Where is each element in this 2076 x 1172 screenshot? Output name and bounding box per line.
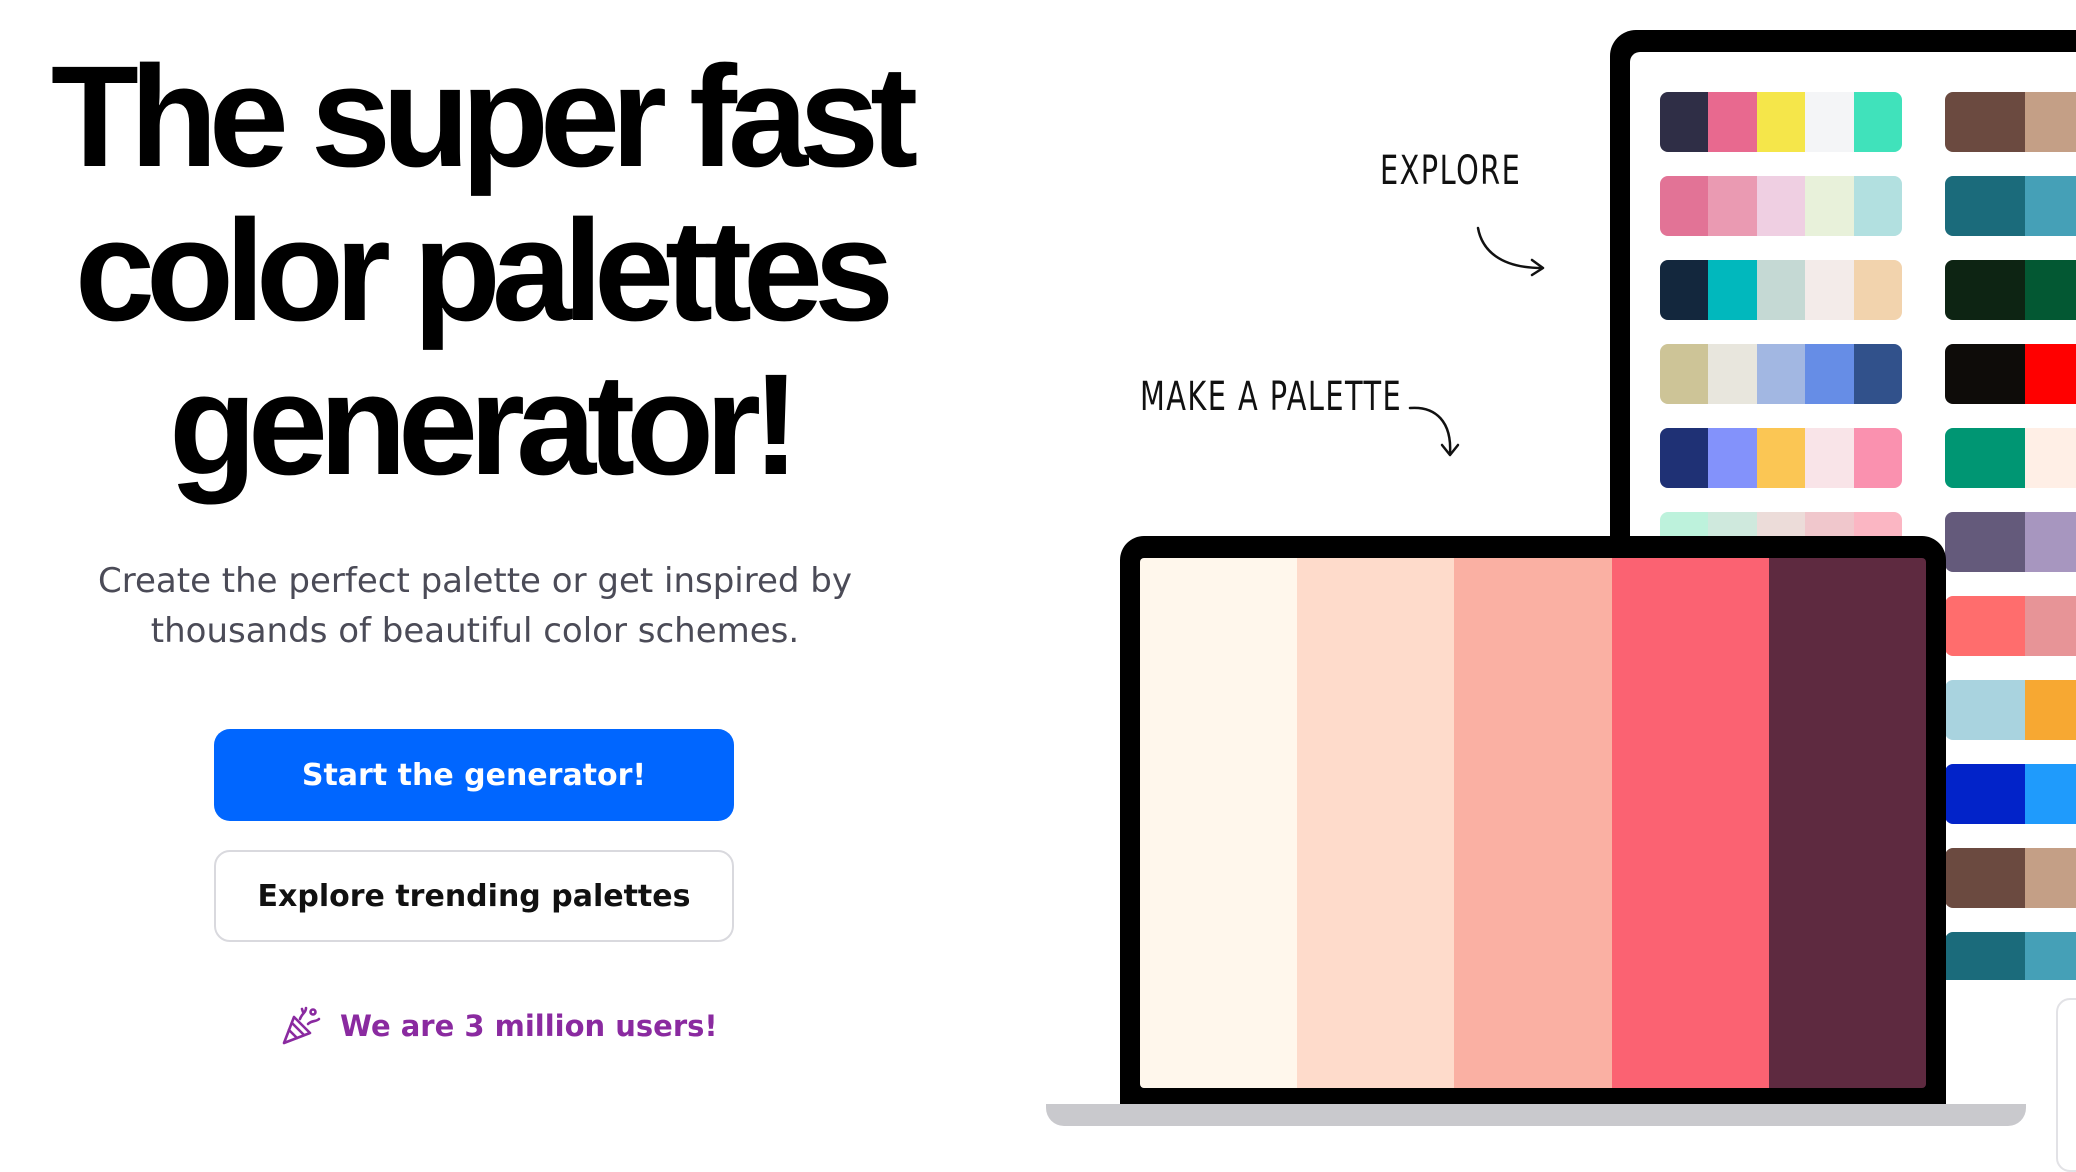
swatch: [1945, 428, 2025, 488]
curved-arrow-icon: [1476, 226, 1545, 277]
monitor-col2-palette-row[interactable]: [1945, 596, 2076, 656]
swatch: [1945, 176, 2025, 236]
party-popper-icon: [282, 1006, 321, 1045]
laptop-frame: [1120, 536, 1946, 1108]
swatch: [1945, 92, 2025, 152]
headline-line-3: generator!: [168, 344, 800, 505]
monitor-col2-palette-row[interactable]: [1945, 848, 2076, 908]
swatch: [1805, 428, 1854, 488]
swatch: [1945, 344, 2025, 404]
swatch: [1945, 680, 2025, 740]
swatch: [1660, 344, 1709, 404]
curved-arrow-icon: [1408, 406, 1460, 457]
swatch: [1805, 92, 1854, 152]
laptop-base: [1046, 1104, 2026, 1126]
swatch: [2025, 92, 2076, 152]
swatch: [1660, 428, 1709, 488]
swatch: [1708, 260, 1757, 320]
monitor-col2-palette-row[interactable]: [1945, 764, 2076, 824]
swatch: [1853, 428, 1902, 488]
swatch: [1660, 260, 1709, 320]
swatch: [1756, 344, 1806, 404]
edge-card: [2056, 998, 2076, 1172]
swatch: [1708, 176, 1757, 236]
monitor-col1-palette-row[interactable]: [1660, 260, 1902, 320]
swatch: [1945, 512, 2025, 572]
swatch: [2025, 596, 2076, 656]
device-illustration: EXPLORE MAKE A PALETTE: [1040, 0, 2076, 1172]
swatch: [2025, 764, 2076, 824]
swatch: [1660, 92, 1709, 152]
swatch: [1756, 92, 1806, 152]
swatch: [1756, 428, 1806, 488]
swatch: [1708, 344, 1757, 404]
start-generator-button[interactable]: Start the generator!: [214, 729, 734, 821]
monitor-col2-palette-row[interactable]: [1945, 344, 2076, 404]
monitor-col2-palette-row[interactable]: [1945, 680, 2076, 740]
palette-color-3: [1454, 558, 1612, 1088]
swatch: [2025, 932, 2076, 980]
monitor-col2-palette-row[interactable]: [1945, 932, 2076, 980]
users-count-label: We are 3 million users!: [340, 1009, 718, 1043]
monitor-col2-palette-row[interactable]: [1945, 92, 2076, 152]
swatch: [1853, 344, 1902, 404]
swatch: [1945, 260, 2025, 320]
palette-color-2: [1297, 558, 1455, 1088]
monitor-col2-palette-row[interactable]: [1945, 260, 2076, 320]
hero-section: The super fast color palettes generator!…: [0, 0, 960, 1156]
swatch: [1708, 428, 1757, 488]
subtitle-line-1: Create the perfect palette or get inspir…: [98, 561, 852, 601]
swatch: [1945, 932, 2025, 980]
swatch: [2025, 344, 2076, 404]
swatch: [1853, 176, 1902, 236]
palette-color-4: [1611, 558, 1769, 1088]
explore-annotation: EXPLORE: [1380, 148, 1522, 194]
monitor-col2-palette-row[interactable]: [1945, 428, 2076, 488]
swatch: [1945, 596, 2025, 656]
monitor-col1-palette-row[interactable]: [1660, 92, 1902, 152]
laptop-palette: [1140, 558, 1926, 1088]
swatch: [2025, 848, 2076, 908]
monitor-col1-palette-row[interactable]: [1660, 344, 1902, 404]
explore-trending-button[interactable]: Explore trending palettes: [214, 850, 734, 942]
swatch: [2025, 680, 2076, 740]
swatch: [1756, 260, 1806, 320]
users-count-note: We are 3 million users!: [280, 1002, 718, 1050]
headline: The super fast color palettes generator!: [0, 40, 960, 502]
monitor-col2-palette-row[interactable]: [1945, 176, 2076, 236]
swatch: [1853, 260, 1902, 320]
headline-line-2: color palettes: [74, 190, 894, 351]
headline-line-1: The super fast: [50, 36, 918, 197]
swatch: [2025, 428, 2076, 488]
swatch: [1805, 344, 1854, 404]
swatch: [2025, 260, 2076, 320]
swatch: [1805, 260, 1854, 320]
subtitle-line-2: thousands of beautiful color schemes.: [150, 611, 800, 651]
swatch: [2025, 176, 2076, 236]
swatch: [1660, 176, 1709, 236]
swatch: [1708, 92, 1757, 152]
monitor-col2-palette-row[interactable]: [1945, 512, 2076, 572]
swatch: [1756, 176, 1806, 236]
make-palette-annotation: MAKE A PALETTE: [1140, 374, 1403, 420]
hero-subtitle: Create the perfect palette or get inspir…: [60, 556, 890, 656]
swatch: [2025, 512, 2076, 572]
swatch: [1805, 176, 1854, 236]
monitor-col1-palette-row[interactable]: [1660, 428, 1902, 488]
swatch: [1945, 764, 2025, 824]
palette-color-1: [1140, 558, 1298, 1088]
palette-color-5: [1768, 558, 1926, 1088]
swatch: [1945, 848, 2025, 908]
swatch: [1853, 92, 1902, 152]
monitor-col1-palette-row[interactable]: [1660, 176, 1902, 236]
